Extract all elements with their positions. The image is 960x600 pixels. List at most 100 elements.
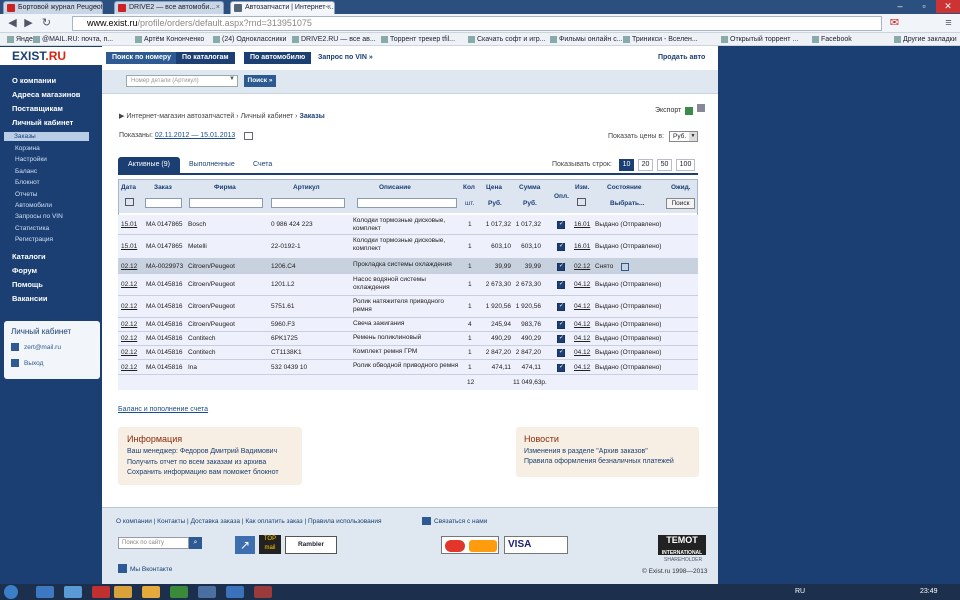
menu-icon[interactable]: ≡ — [942, 17, 955, 30]
tab-by-car[interactable]: По автомобилю — [244, 52, 312, 64]
footer-link-payment[interactable]: Как оплатить заказ — [245, 518, 302, 525]
tab-catalogs[interactable]: По каталогам — [176, 52, 235, 64]
cell-date[interactable]: 02.12 — [121, 321, 137, 328]
sidebar-subitem-orders[interactable]: Заказы — [4, 132, 89, 141]
sidebar-item-cabinet[interactable]: Личный кабинет — [12, 118, 73, 127]
vk-link[interactable]: Мы Вконтакте — [130, 566, 172, 573]
tab-vin-request[interactable]: Запрос по VIN » — [312, 52, 379, 64]
col-state[interactable]: Состояние — [607, 184, 642, 191]
clock[interactable]: 23:49 — [920, 588, 938, 595]
paid-checkbox[interactable] — [557, 363, 565, 372]
rows-option-20[interactable]: 20 — [638, 159, 653, 171]
bookmark-item[interactable]: Фильмы онлайн с... — [549, 33, 623, 46]
tab-completed-orders[interactable]: Выполненные — [189, 161, 235, 168]
footer-link-contacts[interactable]: Контакты — [157, 518, 185, 525]
contact-us-link[interactable]: Связаться с нами — [434, 518, 487, 525]
part-number-input[interactable]: Номер детали (Артикул) — [126, 75, 238, 87]
paid-checkbox[interactable] — [557, 348, 565, 357]
sidebar-item-help[interactable]: Помощь — [12, 280, 43, 289]
col-date[interactable]: Дата — [121, 184, 136, 191]
cell-chg[interactable]: 16.01 — [574, 243, 590, 250]
bookmark-item[interactable]: Другие закладки — [893, 33, 957, 46]
sidebar-item-forum[interactable]: Форум — [12, 266, 37, 275]
rambler-top100-icon[interactable]: Rambler — [285, 536, 337, 554]
sidebar-subitem-vin[interactable]: Запросы по VIN — [15, 213, 63, 220]
sidebar-subitem-balance[interactable]: Баланс — [15, 168, 37, 175]
bookmark-item[interactable]: Скачать софт и игр... — [467, 33, 545, 46]
cell-date[interactable]: 02.12 — [121, 303, 137, 310]
rows-option-50[interactable]: 50 — [657, 159, 672, 171]
tab-bills[interactable]: Счета — [253, 161, 272, 168]
cell-date[interactable]: 02.12 — [121, 364, 137, 371]
balance-link[interactable]: Баланс и пополнение счета — [118, 406, 208, 413]
bookmark-item[interactable]: Артём Кононченко — [134, 33, 204, 46]
info-archive-link[interactable]: Получить отчет по всем заказам из архива — [127, 459, 266, 466]
search-icon[interactable]: ⌕ — [189, 537, 202, 549]
cell-chg[interactable]: 04.12 — [574, 281, 590, 288]
col-changed[interactable]: Изм. — [575, 184, 589, 191]
paid-checkbox[interactable] — [557, 334, 565, 343]
calendar-icon[interactable] — [244, 132, 253, 140]
filter-brand-input[interactable] — [189, 198, 263, 208]
bookmark-item[interactable]: @MAIL.RU: почта, п... — [32, 33, 113, 46]
reload-icon[interactable]: ↻ — [40, 17, 53, 30]
col-price[interactable]: Цена — [486, 184, 502, 191]
acrobat-icon[interactable] — [92, 586, 110, 598]
language-indicator[interactable]: RU — [795, 588, 805, 595]
col-qty[interactable]: Кол — [463, 184, 475, 191]
exit-link[interactable]: Выход — [24, 360, 43, 367]
bookmark-item[interactable]: DRIVE2.RU — все ав... — [291, 33, 376, 46]
paid-checkbox[interactable] — [557, 262, 565, 271]
vk-icon[interactable] — [118, 564, 127, 573]
cell-chg[interactable]: 04.12 — [574, 335, 590, 342]
edit-icon[interactable] — [621, 262, 629, 271]
table-search-button[interactable]: Поиск — [666, 198, 695, 209]
maximize-icon[interactable]: ▫ — [912, 0, 936, 13]
breadcrumb-shop[interactable]: Интернет-магазин автозапчастей — [126, 113, 234, 120]
app-icon[interactable] — [254, 586, 272, 598]
cell-date[interactable]: 15.01 — [121, 243, 137, 250]
cell-chg[interactable]: 02.12 — [574, 263, 590, 270]
cell-chg[interactable]: 04.12 — [574, 349, 590, 356]
col-paid[interactable]: Опл. — [554, 193, 569, 200]
rows-option-100[interactable]: 100 — [676, 159, 695, 171]
site-search-input[interactable]: Поиск по сайту — [118, 537, 189, 549]
footer-link-delivery[interactable]: Доставка заказа — [191, 518, 240, 525]
close-tab-icon[interactable]: × — [327, 2, 331, 14]
close-window-icon[interactable]: ✕ — [936, 0, 960, 13]
paid-checkbox[interactable] — [557, 220, 565, 229]
ie-icon[interactable] — [64, 586, 82, 598]
print-icon[interactable] — [697, 104, 705, 112]
site-logo[interactable]: EXIST.RU — [0, 47, 102, 65]
start-button-icon[interactable] — [4, 585, 18, 599]
temot-logo[interactable]: TEMOT INTERNATIONAL — [658, 535, 706, 556]
cell-date[interactable]: 02.12 — [121, 335, 137, 342]
extension-icon[interactable]: ✉ — [888, 17, 901, 30]
user-email[interactable]: zert@mail.ru — [24, 344, 61, 351]
sidebar-subitem-cars[interactable]: Автомобили — [15, 202, 52, 209]
currency-select[interactable]: Руб. ▼ — [669, 131, 698, 142]
calendar-icon[interactable] — [125, 198, 134, 206]
paid-checkbox[interactable] — [557, 242, 565, 251]
cell-date[interactable]: 02.12 — [121, 263, 137, 270]
forward-icon[interactable]: ▶ — [22, 17, 35, 30]
address-bar[interactable]: www.exist.ru/profile/orders/default.aspx… — [72, 16, 882, 31]
browser-tab[interactable]: Бортовой журнал Peugeot × — [3, 1, 103, 14]
close-tab-icon[interactable]: × — [95, 2, 99, 14]
sidebar-subitem-settings[interactable]: Настройки — [15, 156, 47, 163]
arrow-badge-icon[interactable]: ↗ — [235, 536, 255, 554]
sidebar-subitem-notepad[interactable]: Блокнот — [15, 179, 40, 186]
footer-link-rules[interactable]: Правила использования — [308, 518, 382, 525]
filter-article-input[interactable] — [271, 198, 345, 208]
explorer-icon[interactable] — [36, 586, 54, 598]
folder-icon[interactable] — [142, 586, 160, 598]
info-notepad-link[interactable]: Сохранить информацию вам поможет блокнот — [127, 469, 279, 476]
word-icon[interactable] — [226, 586, 244, 598]
browser-tab[interactable]: DRIVE2 — все автомоби... × — [114, 1, 224, 14]
app-icon[interactable] — [170, 586, 188, 598]
back-icon[interactable]: ◀ — [6, 17, 19, 30]
close-tab-icon[interactable]: × — [216, 2, 220, 14]
col-article[interactable]: Артикул — [293, 184, 320, 191]
sidebar-item-catalogs[interactable]: Каталоги — [12, 252, 46, 261]
sidebar-item-vacancies[interactable]: Вакансии — [12, 294, 47, 303]
